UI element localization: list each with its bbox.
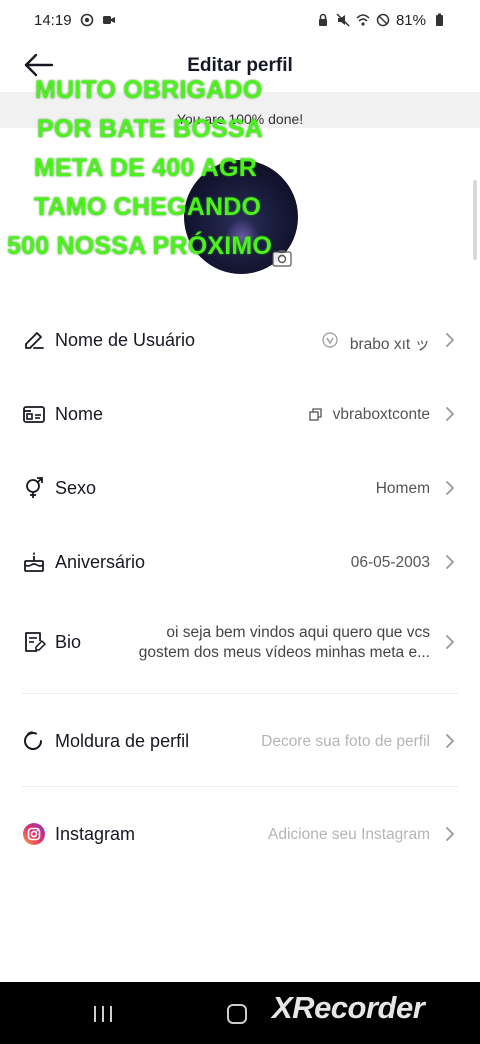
row-value: 06-05-2003 bbox=[350, 554, 430, 571]
avatar-image-glow bbox=[224, 220, 260, 254]
status-right: 81% bbox=[316, 12, 446, 29]
pencil-icon bbox=[25, 332, 44, 349]
row-label: Nome bbox=[55, 404, 104, 424]
row-bio[interactable]: Bio oi seja bem vindos aqui quero que vc… bbox=[0, 612, 480, 674]
status-time: 14:19 bbox=[34, 11, 72, 29]
no-disturb-icon bbox=[376, 13, 390, 27]
cake-icon bbox=[24, 552, 44, 572]
frame-icon bbox=[24, 731, 42, 750]
battery-percent: 81% bbox=[395, 11, 426, 29]
row-label: Sexo bbox=[55, 478, 97, 498]
divider bbox=[22, 693, 458, 694]
row-username[interactable]: Nome de Usuário brabo xıt ッ bbox=[0, 312, 480, 368]
system-nav-bar: XRecorder bbox=[0, 982, 480, 1044]
battery-icon bbox=[436, 13, 443, 26]
row-value-line2: gostem dos meus vídeos minhas meta e... bbox=[138, 644, 430, 661]
xrecorder-watermark: XRecorder bbox=[272, 990, 425, 1025]
row-value: vbraboxtconte bbox=[332, 406, 430, 423]
row-profile-frame[interactable]: Moldura de perfil Decore sua foto de per… bbox=[0, 712, 480, 768]
chevron-right-icon bbox=[446, 734, 454, 748]
chevron-right-icon bbox=[446, 635, 454, 649]
row-label: Nome de Usuário bbox=[55, 330, 196, 350]
row-label: Instagram bbox=[55, 824, 136, 844]
header: Editar perfil bbox=[0, 44, 480, 88]
copy-icon[interactable] bbox=[309, 408, 322, 421]
recent-apps-icon[interactable] bbox=[92, 1004, 114, 1024]
row-label: Moldura de perfil bbox=[55, 731, 190, 751]
row-value: Decore sua foto de perfil bbox=[261, 733, 430, 750]
scrollbar[interactable] bbox=[473, 180, 477, 260]
row-sex[interactable]: Sexo Homem bbox=[0, 460, 480, 516]
chevron-right-icon bbox=[446, 827, 454, 841]
chevron-right-icon bbox=[446, 333, 454, 347]
row-label: Bio bbox=[55, 632, 82, 652]
divider bbox=[22, 786, 458, 787]
wifi-icon bbox=[356, 14, 370, 26]
status-bar: 14:19 81% bbox=[0, 0, 480, 40]
chevron-right-icon bbox=[446, 407, 454, 421]
chevron-right-icon bbox=[446, 481, 454, 495]
page-title: Editar perfil bbox=[187, 55, 293, 76]
home-icon[interactable] bbox=[226, 1003, 248, 1025]
row-label: Aniversário bbox=[55, 552, 146, 572]
id-card-icon bbox=[23, 406, 45, 423]
instagram-icon bbox=[23, 823, 45, 845]
gender-icon bbox=[26, 477, 43, 498]
camera-icon[interactable] bbox=[272, 248, 292, 268]
row-name[interactable]: Nome vbraboxtconte bbox=[0, 386, 480, 442]
video-camera-icon bbox=[102, 16, 115, 24]
row-instagram[interactable]: Instagram Adicione seu Instagram bbox=[0, 806, 480, 862]
lock-icon bbox=[318, 13, 327, 26]
verified-icon bbox=[322, 332, 338, 348]
row-value: Homem bbox=[375, 480, 430, 497]
whatsapp-icon bbox=[80, 13, 93, 27]
row-value: Adicione seu Instagram bbox=[268, 826, 430, 843]
row-value-line1: oi seja bem vindos aqui quero que vcs bbox=[166, 624, 430, 641]
row-birthday[interactable]: Aniversário 06-05-2003 bbox=[0, 534, 480, 590]
mute-icon bbox=[336, 13, 350, 27]
status-left: 14:19 bbox=[34, 12, 116, 29]
progress-text: You are 100% done! bbox=[176, 111, 304, 127]
row-value: brabo xıt ッ bbox=[349, 336, 430, 353]
chevron-right-icon bbox=[446, 555, 454, 569]
edit-document-icon bbox=[25, 632, 46, 652]
